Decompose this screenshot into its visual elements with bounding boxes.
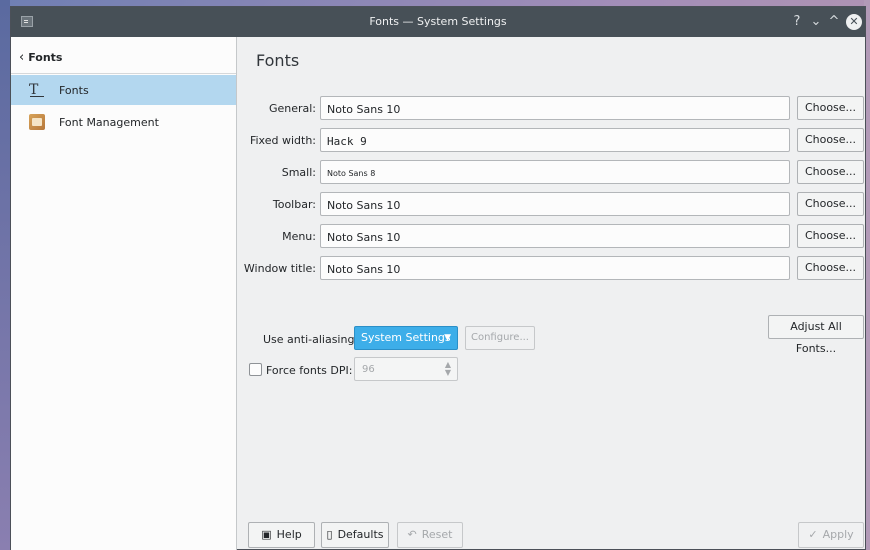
window-title: Fonts — System Settings: [369, 15, 507, 28]
help-button[interactable]: ▣ Help: [248, 522, 315, 548]
sidebar-item-label: Fonts: [59, 84, 89, 97]
maximize-icon[interactable]: ^: [826, 14, 842, 30]
fixed-width-font-field[interactable]: Hack 9: [320, 128, 790, 152]
force-dpi-label: Force fonts DPI:: [266, 364, 353, 377]
page-title: Fonts: [256, 51, 300, 70]
apply-button-label: Apply: [822, 528, 854, 541]
configure-button[interactable]: Configure...: [465, 326, 535, 350]
help-book-icon: ▣: [261, 528, 272, 541]
fixed-width-label: Fixed width:: [249, 134, 316, 147]
reset-button-label: Reset: [421, 528, 453, 541]
titlebar[interactable]: Fonts — System Settings ? ⌄ ^ ✕: [11, 7, 865, 37]
adjust-all-fonts-button[interactable]: Adjust All Fonts...: [768, 315, 864, 355]
sidebar: ‹ Fonts T Fonts Font Management: [11, 37, 237, 550]
system-settings-window: Fonts — System Settings ? ⌄ ^ ✕ ‹ Fonts T…: [10, 6, 866, 550]
chevron-down-icon: ▼: [444, 333, 451, 343]
reset-button[interactable]: ↶ Reset: [397, 522, 463, 548]
dpi-spinbox[interactable]: 96 ▲ ▼: [354, 357, 458, 381]
main-panel: Fonts General: Noto Sans 10 Choose... Fi…: [237, 37, 865, 550]
font-management-icon: [29, 114, 45, 130]
choose-window-title-button[interactable]: Choose...: [797, 256, 864, 280]
apply-button[interactable]: ✓ Apply: [798, 522, 864, 548]
back-label: Fonts: [28, 51, 63, 64]
spin-arrows-icon: ▲ ▼: [444, 360, 451, 377]
defaults-icon: ▯: [326, 528, 333, 541]
dpi-value: 96: [362, 364, 375, 375]
anti-aliasing-select[interactable]: System Settings ▼: [354, 326, 458, 350]
chevron-left-icon: ‹: [19, 50, 25, 65]
close-icon[interactable]: ✕: [846, 14, 862, 30]
sidebar-item-label: Font Management: [59, 116, 159, 129]
general-label: General:: [268, 102, 316, 115]
choose-menu-button[interactable]: Choose...: [797, 224, 864, 248]
window-title-label: Window title:: [243, 262, 316, 275]
choose-fixed-width-button[interactable]: Choose...: [797, 128, 864, 152]
small-font-field[interactable]: Noto Sans 8: [320, 160, 790, 184]
menu-label: Menu:: [282, 230, 316, 243]
defaults-button[interactable]: ▯ Defaults: [321, 522, 389, 548]
choose-toolbar-button[interactable]: Choose...: [797, 192, 864, 216]
anti-aliasing-label: Use anti-aliasing:: [263, 333, 359, 346]
toolbar-label: Toolbar:: [272, 198, 316, 211]
defaults-button-label: Defaults: [337, 528, 384, 541]
desktop-edge-left: [0, 0, 10, 550]
choose-general-button[interactable]: Choose...: [797, 96, 864, 120]
choose-small-button[interactable]: Choose...: [797, 160, 864, 184]
toolbar-font-field[interactable]: Noto Sans 10: [320, 192, 790, 216]
menu-font-field[interactable]: Noto Sans 10: [320, 224, 790, 248]
sidebar-item-fonts[interactable]: T Fonts: [11, 75, 236, 105]
force-dpi-checkbox[interactable]: [249, 363, 262, 376]
reset-icon: ↶: [407, 528, 417, 541]
back-button[interactable]: ‹ Fonts: [19, 50, 62, 65]
help-button-label: Help: [276, 528, 302, 541]
checkmark-icon: ✓: [808, 528, 818, 541]
anti-aliasing-value: System Settings: [361, 331, 451, 344]
sidebar-item-font-management[interactable]: Font Management: [11, 107, 236, 137]
sidebar-divider: [11, 73, 236, 74]
small-label: Small:: [281, 166, 316, 179]
minimize-icon[interactable]: ⌄: [808, 14, 824, 30]
font-icon: T: [29, 82, 45, 98]
general-font-field[interactable]: Noto Sans 10: [320, 96, 790, 120]
window-title-font-field[interactable]: Noto Sans 10: [320, 256, 790, 280]
help-icon[interactable]: ?: [789, 14, 805, 30]
